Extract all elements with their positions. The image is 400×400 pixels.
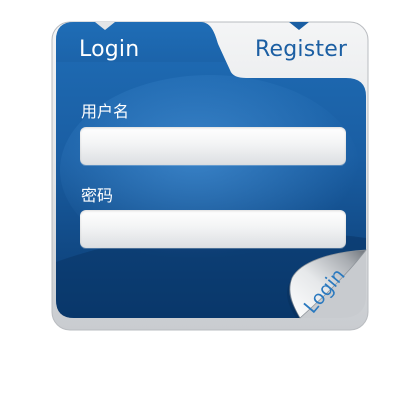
password-label: 密码 <box>81 186 114 205</box>
username-input[interactable] <box>80 127 346 165</box>
login-widget: Login Register 用户名 密码 Login <box>0 0 400 400</box>
tab-register[interactable]: Register <box>255 36 347 64</box>
username-label: 用户名 <box>81 102 130 121</box>
password-input[interactable] <box>80 210 346 248</box>
tab-login[interactable]: Login <box>79 36 139 64</box>
